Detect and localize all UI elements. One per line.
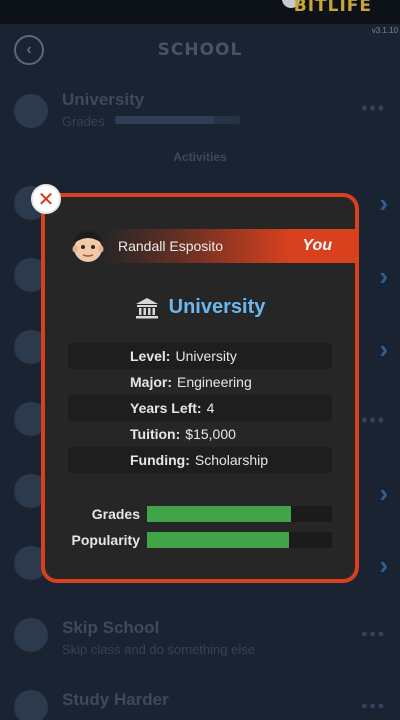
info-key: Tuition: [130,426,181,442]
player-name: Randall Esposito [118,238,224,254]
list-item-title: University [62,90,145,109]
list-item-title: Skip School [62,618,160,637]
info-row-level: Level: University [68,343,332,369]
app-logo: BITLIFE [293,0,372,16]
skip-icon [14,618,48,652]
info-row-years-left: Years Left: 4 [68,395,332,421]
school-name: University [168,296,266,318]
school-heading: University [0,296,400,319]
top-bar: BITLIFE [0,0,400,24]
info-row-tuition: Tuition: $15,000 [68,421,332,447]
school-info-table: Level: University Major: Engineering Yea… [68,343,332,473]
list-item-subtitle: Skip class and do something else [62,642,255,657]
info-key: Funding: [130,452,190,468]
chevron-right-icon: › [379,478,388,508]
grades-bar [147,506,332,522]
stat-row-popularity: Popularity [60,532,332,548]
bank-icon [135,297,158,318]
list-item-study-harder[interactable]: Study Harder ••• [0,688,400,720]
info-value: 4 [206,400,215,416]
page-title: SCHOOL [157,40,243,60]
grades-bar-fill [147,506,292,522]
book-icon [14,690,48,720]
info-value: Engineering [177,374,252,390]
close-button[interactable]: ✕ [31,184,61,214]
info-key: Years Left: [130,400,202,416]
info-value: University [175,348,237,364]
stat-label: Grades [91,506,140,522]
chevron-right-icon: › [379,261,388,291]
list-item-university[interactable]: University Grades ••• [0,88,400,138]
chevron-right-icon: › [379,334,388,364]
you-label: You [302,237,332,254]
info-key: Level: [130,348,171,364]
more-icon: ••• [361,410,386,430]
app-version: v3.1.10 [371,26,398,35]
info-row-funding: Funding: Scholarship [68,447,332,473]
more-icon: ••• [361,98,386,118]
chevron-right-icon: › [379,550,388,580]
close-icon: ✕ [37,187,55,211]
avatar [72,231,104,262]
more-icon: ••• [361,624,386,644]
grades-bar-background [115,116,240,124]
info-row-major: Major: Engineering [68,369,332,395]
list-item-subtitle: Grades [62,114,105,129]
popularity-bar [147,532,332,548]
info-value: Scholarship [194,452,269,468]
info-key: Major: [130,374,172,390]
list-item-skip-school[interactable]: Skip School Skip class and do something … [0,616,400,666]
info-value: $15,000 [185,426,236,442]
section-label: Activities [173,150,227,164]
list-item-title: Study Harder [62,690,169,709]
stat-row-grades: Grades [60,506,332,522]
more-icon: ••• [361,696,386,716]
chevron-right-icon: › [379,188,388,218]
stat-label: Popularity [71,532,140,548]
bank-icon [14,94,48,128]
popularity-bar-fill [147,532,290,548]
